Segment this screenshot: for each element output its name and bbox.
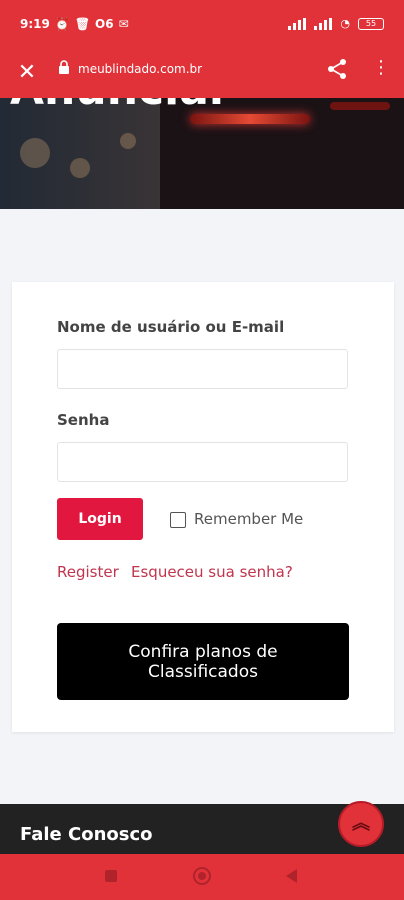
close-icon[interactable]: ✕ xyxy=(14,60,40,86)
car-light xyxy=(330,102,390,110)
plans-button[interactable]: Confira planos de Classificados xyxy=(57,623,349,700)
share-icon[interactable] xyxy=(326,58,348,80)
alarm-icon: ⏰ xyxy=(54,17,70,31)
remember-me-checkbox[interactable] xyxy=(170,512,186,528)
browser-toolbar: ✕ meublindado.com.br ⋮ xyxy=(0,50,404,98)
status-left: 9:19 ⏰ 🗑 O6 ✉ xyxy=(20,17,129,31)
plans-button-line2: Classificados xyxy=(148,662,258,682)
status-right: ◔ 55 xyxy=(288,17,384,30)
bokeh-light xyxy=(120,133,136,149)
plans-button-line1: Confira planos de xyxy=(128,642,278,662)
status-bar: 9:19 ⏰ 🗑 O6 ✉ ◔ 55 xyxy=(0,0,404,50)
home-icon[interactable] xyxy=(193,867,211,885)
status-extra: O6 xyxy=(95,17,114,31)
forgot-password-link[interactable]: Esqueceu sua senha? xyxy=(131,563,293,581)
battery-level: 55 xyxy=(365,18,377,28)
android-nav-bar xyxy=(0,854,404,900)
username-input[interactable] xyxy=(57,349,348,389)
bokeh-light xyxy=(20,138,50,168)
recents-icon[interactable] xyxy=(105,870,117,882)
password-label: Senha xyxy=(57,411,110,429)
back-icon[interactable] xyxy=(286,869,297,883)
username-label: Nome de usuário ou E-mail xyxy=(57,318,285,336)
password-input[interactable] xyxy=(57,442,348,482)
login-card: Nome de usuário ou E-mail Senha Login Re… xyxy=(12,282,394,732)
remember-me-label[interactable]: Remember Me xyxy=(194,510,303,528)
footer-title: Fale Conosco xyxy=(20,824,153,845)
wifi-icon: ◔ xyxy=(340,17,350,30)
status-time: 9:19 xyxy=(20,17,50,31)
signal-icon xyxy=(288,17,307,30)
lock-icon xyxy=(59,60,69,74)
signal-2-icon xyxy=(314,17,333,30)
gmail-icon: ✉ xyxy=(118,17,129,31)
trash-icon: 🗑 xyxy=(74,17,91,31)
register-link[interactable]: Register xyxy=(57,563,119,581)
chevron-double-up-icon[interactable]: ︽ xyxy=(338,801,384,847)
hero-banner: Anunciar xyxy=(0,98,404,209)
battery-icon: 55 xyxy=(358,17,384,30)
hero-title: Anunciar xyxy=(10,98,231,115)
bokeh-light xyxy=(70,158,90,178)
car-taillight xyxy=(190,114,310,124)
login-button[interactable]: Login xyxy=(57,498,143,540)
url-text[interactable]: meublindado.com.br xyxy=(78,62,202,76)
more-vert-icon[interactable]: ⋮ xyxy=(372,56,390,80)
